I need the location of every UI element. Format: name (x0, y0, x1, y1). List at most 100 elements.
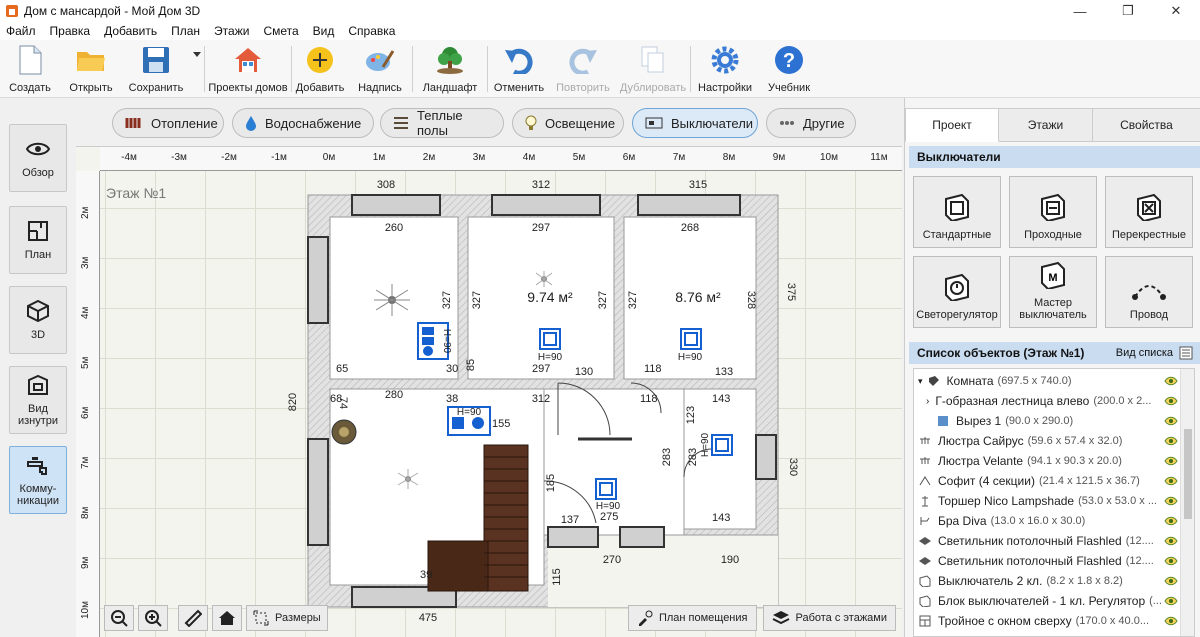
water-tab[interactable]: Водоснабжение (232, 108, 374, 138)
menu-help[interactable]: Справка (348, 24, 395, 38)
floors-work-button[interactable]: Работа с этажами (762, 605, 896, 631)
list-item[interactable]: Выключатель 2 кл. (8.2 x 1.8 x 8.2) (914, 571, 1180, 591)
visibility-eye-icon[interactable] (1164, 376, 1178, 386)
maximize-button[interactable]: ❐ (1104, 0, 1152, 22)
menu-add[interactable]: Добавить (104, 24, 157, 38)
visibility-eye-icon[interactable] (1164, 436, 1178, 446)
menu-estimate[interactable]: Смета (263, 24, 298, 38)
lighting-tab[interactable]: Освещение (512, 108, 624, 138)
tab-project[interactable]: Проект (905, 108, 999, 142)
plan-canvas[interactable]: -4м -3м -2м -1м 0м 1м 2м 3м 4м 5м 6м 7м … (76, 146, 902, 637)
menu-floors[interactable]: Этажи (214, 24, 249, 38)
switch-cross[interactable]: Перекрестные (1105, 176, 1193, 248)
overview-button[interactable]: Обзор (9, 124, 67, 192)
switch-dimmer[interactable]: Светорегулятор (913, 256, 1001, 328)
collapse-chevron-icon[interactable]: ▾ (918, 376, 923, 387)
staircase[interactable] (483, 444, 529, 592)
visibility-eye-icon[interactable] (1164, 476, 1178, 486)
list-item[interactable]: › Г-образная лестница влево (200.0 x 2... (914, 391, 1180, 411)
list-item[interactable]: Светильник потолочный Flashled (12.... (914, 531, 1180, 551)
tab-floors[interactable]: Этажи (999, 108, 1093, 142)
landscape-button[interactable]: Ландшафт (413, 40, 487, 98)
room-plan-button[interactable]: План помещения (627, 605, 757, 631)
expand-chevron-icon[interactable]: › (926, 396, 929, 407)
list-item[interactable]: Вырез 1 (90.0 x 290.0) (914, 411, 1180, 431)
list-item[interactable]: Люстра Сайрус (59.6 x 57.4 x 32.0) (914, 431, 1180, 451)
inside-view-button[interactable]: Вид изнутри (9, 366, 67, 434)
visibility-eye-icon[interactable] (1164, 576, 1178, 586)
minimize-button[interactable]: — (1056, 0, 1104, 22)
window[interactable] (637, 194, 741, 216)
redo-button[interactable]: Повторить (550, 40, 616, 98)
heating-tab[interactable]: Отопление (112, 108, 224, 138)
visibility-eye-icon[interactable] (1164, 516, 1178, 526)
list-item[interactable]: Софит (4 секции) (21.4 x 121.5 x 36.7) (914, 471, 1180, 491)
list-item[interactable]: Люстра Velante (94.1 x 90.3 x 20.0) (914, 451, 1180, 471)
switch-wire[interactable]: Провод (1105, 256, 1193, 328)
save-dropdown-arrow[interactable] (190, 26, 204, 84)
ruler-button[interactable] (178, 605, 208, 631)
create-button[interactable]: Создать (0, 40, 60, 98)
visibility-eye-icon[interactable] (1164, 616, 1178, 626)
window[interactable] (307, 236, 329, 324)
scrollbar-thumb[interactable] (1184, 429, 1192, 519)
window[interactable] (307, 438, 329, 546)
view-list-toggle[interactable]: Вид списка (1116, 342, 1193, 364)
label-button[interactable]: Надпись (348, 40, 412, 98)
menu-edit[interactable]: Правка (50, 24, 91, 38)
switch-passthrough[interactable]: Проходные (1009, 176, 1097, 248)
menu-file[interactable]: Файл (6, 24, 36, 38)
open-button[interactable]: Открыть (60, 40, 122, 98)
dim-label: 185 (545, 474, 557, 492)
switch-light[interactable] (539, 328, 561, 350)
object-list[interactable]: ▾ Комната (697.5 x 740.0) › Г-образная ле… (913, 368, 1195, 637)
staircase-landing[interactable] (427, 540, 489, 592)
window[interactable] (619, 526, 665, 548)
list-item[interactable]: Светильник потолочный Flashled (12.... (914, 551, 1180, 571)
visibility-eye-icon[interactable] (1164, 416, 1178, 426)
window[interactable] (755, 434, 777, 480)
dimensions-button[interactable]: Размеры (246, 605, 328, 631)
list-item[interactable]: Тройное с окном сверху (170.0 x 40.0... (914, 611, 1180, 631)
house-icon (232, 44, 264, 76)
list-item[interactable]: ▾ Комната (697.5 x 740.0) (914, 371, 1180, 391)
switch-master[interactable]: M Мастер выключатель (1009, 256, 1097, 328)
switch-light[interactable] (595, 478, 617, 500)
visibility-eye-icon[interactable] (1164, 556, 1178, 566)
other-tab[interactable]: Другие (766, 108, 856, 138)
list-item[interactable]: Торшер Nico Lampshade (53.0 x 53.0 x ... (914, 491, 1180, 511)
zoom-in-button[interactable] (138, 605, 168, 631)
switch-light[interactable] (711, 434, 733, 456)
tutorial-button[interactable]: ? Учебник (759, 40, 819, 98)
list-item[interactable]: Бра Diva (13.0 x 16.0 x 30.0) (914, 511, 1180, 531)
switch-standard[interactable]: Стандартные (913, 176, 1001, 248)
switch-light[interactable] (680, 328, 702, 350)
close-button[interactable]: ✕ (1152, 0, 1200, 22)
visibility-eye-icon[interactable] (1164, 456, 1178, 466)
undo-button[interactable]: Отменить (488, 40, 550, 98)
list-item[interactable]: Блок выключателей - 1 кл. Регулятор (... (914, 591, 1180, 611)
zoom-out-button[interactable] (104, 605, 134, 631)
add-button[interactable]: Добавить (292, 40, 348, 98)
visibility-eye-icon[interactable] (1164, 536, 1178, 546)
floor-plan[interactable]: 308 312 315 260 297 268 375 820 327 327 … (76, 147, 902, 637)
save-button[interactable]: Сохранить (122, 40, 190, 98)
view-3d-button[interactable]: 3D (9, 286, 67, 354)
home-button[interactable] (212, 605, 242, 631)
projects-button[interactable]: Проекты домов (205, 40, 291, 98)
object-list-scrollbar[interactable] (1180, 369, 1194, 636)
window[interactable] (351, 194, 441, 216)
floor-heating-tab[interactable]: Теплые полы (380, 108, 504, 138)
menu-view[interactable]: Вид (313, 24, 335, 38)
plan-view-button[interactable]: План (9, 206, 67, 274)
settings-button[interactable]: Настройки (691, 40, 759, 98)
tab-properties[interactable]: Свойства (1093, 108, 1200, 142)
window[interactable] (491, 194, 601, 216)
switches-tab[interactable]: Выключатели (632, 108, 758, 138)
visibility-eye-icon[interactable] (1164, 496, 1178, 506)
communications-button[interactable]: Комму- никации (9, 446, 67, 514)
duplicate-button[interactable]: Дублировать (616, 40, 690, 98)
visibility-eye-icon[interactable] (1164, 396, 1178, 406)
visibility-eye-icon[interactable] (1164, 596, 1178, 606)
window[interactable] (547, 526, 599, 548)
